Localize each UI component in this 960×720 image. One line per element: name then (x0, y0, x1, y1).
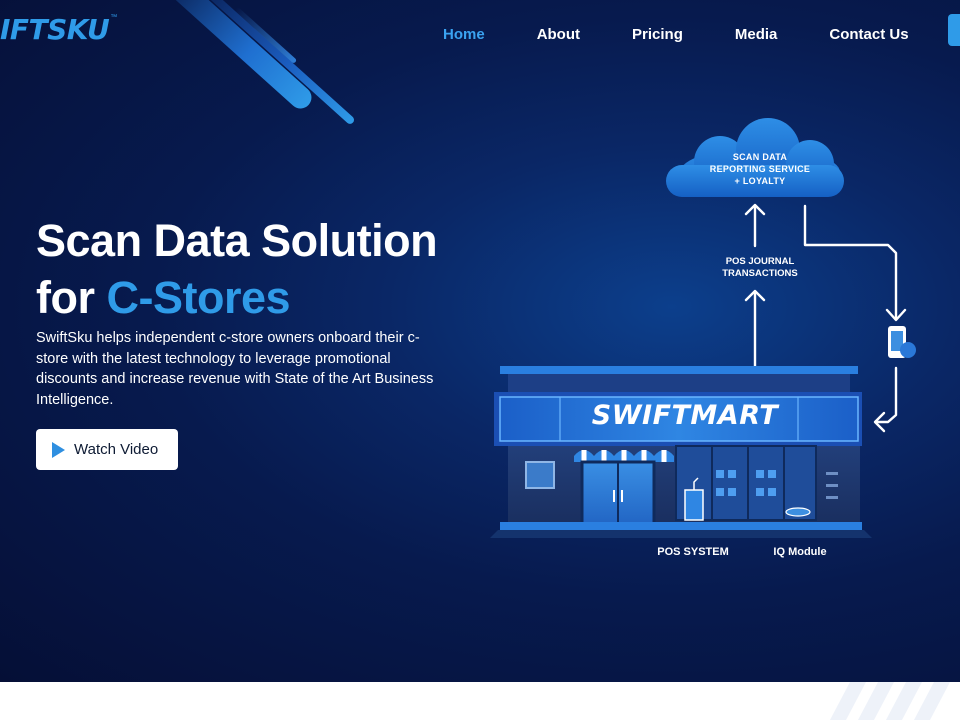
nav-item-contact-us[interactable]: Contact Us (829, 26, 908, 43)
logo-text: IFTSKU (0, 12, 110, 46)
hero-title-prefix: for (36, 272, 107, 323)
pos-system-label: POS SYSTEM (657, 546, 729, 558)
store-name-sign: SWIFTMART (591, 400, 779, 431)
next-section-strip (0, 682, 960, 720)
cloud-label-line2: REPORTING SERVICE (709, 164, 811, 174)
hero-description: SwiftSku helps independent c-store owner… (36, 330, 434, 408)
play-icon (52, 441, 65, 458)
trademark-symbol: ™ (110, 14, 118, 21)
nav-item-pricing[interactable]: Pricing (632, 26, 683, 43)
main-nav: Home About Pricing Media Contact Us (443, 26, 960, 43)
nav-item-home[interactable]: Home (443, 26, 485, 43)
watch-video-button[interactable]: Watch Video (36, 429, 178, 470)
nav-cta-button[interactable] (948, 14, 960, 46)
hero-title-accent: C-Stores (106, 272, 291, 323)
phone-icon (888, 326, 916, 358)
pos-journal-label: POS JOURNAL TRANSACTIONS (705, 256, 815, 280)
nav-item-about[interactable]: About (537, 26, 580, 43)
hero-title-line1: Scan Data Solution (36, 215, 438, 266)
cloud-label-line1: SCAN DATA (732, 152, 788, 162)
scan-data-illustration: SCAN DATA REPORTING SERVICE + LOYALTY PO… (480, 110, 940, 580)
brand-logo[interactable]: IFTSKU ™ (0, 12, 117, 46)
watch-video-label: Watch Video (74, 441, 159, 458)
nav-item-media[interactable]: Media (735, 26, 778, 43)
pos-journal-line1: POS JOURNAL (725, 256, 795, 267)
hero-section: IFTSKU ™ Home About Pricing Media Contac… (0, 0, 960, 682)
cloud-label-line3: + LOYALTY (734, 176, 786, 186)
decorative-stripes (830, 682, 950, 720)
iq-module-label: IQ Module (773, 546, 827, 558)
cloud-label: SCAN DATA REPORTING SERVICE + LOYALTY (680, 151, 840, 187)
pos-journal-line2: TRANSACTIONS (722, 268, 798, 279)
hero-title: Scan Data Solution for C-Stores (36, 212, 496, 326)
store-building (490, 366, 872, 538)
